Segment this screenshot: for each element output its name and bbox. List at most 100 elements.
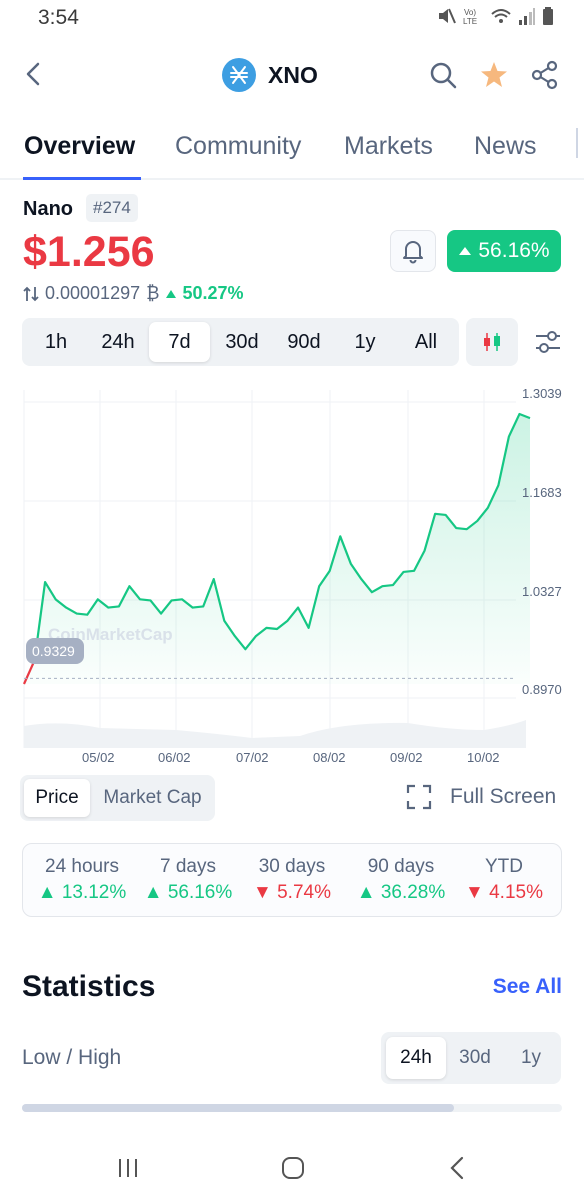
volte-icon: Vo)LTE <box>463 8 477 26</box>
nano-logo-icon <box>222 58 256 92</box>
active-tab-indicator <box>23 177 141 180</box>
start-price-marker-label: 0.9329 <box>32 643 75 659</box>
current-price: $1.256 <box>23 228 155 276</box>
performance-summary: 24 hours ▲ 13.12% 7 days ▲ 56.16% 30 day… <box>22 843 562 917</box>
mode-market-cap[interactable]: Market Cap <box>94 779 211 817</box>
perf-90d: 90 days ▲ 36.28% <box>353 856 449 904</box>
btc-symbol: ₿ <box>146 283 160 303</box>
battery-icon <box>543 7 553 25</box>
statistics-title: Statistics <box>22 970 156 1003</box>
period-30d[interactable]: 30d <box>447 1037 503 1079</box>
star-icon[interactable] <box>479 60 509 90</box>
perf-label: 90 days <box>367 856 435 877</box>
x-tick-label: 10/02 <box>467 750 500 765</box>
candlestick-icon <box>484 333 500 351</box>
top-app-bar: XNO <box>0 50 584 100</box>
x-tick-label: 06/02 <box>158 750 191 765</box>
status-time: 3:54 <box>38 6 79 29</box>
back-arrow-icon[interactable] <box>20 60 48 88</box>
y-tick-label: 1.3039 <box>522 386 562 401</box>
btc-price: 0.00001297 <box>45 283 141 303</box>
share-icon[interactable] <box>530 60 560 90</box>
full-screen-label: Full Screen <box>450 785 557 808</box>
recent-apps-icon[interactable] <box>116 1156 140 1180</box>
perf-label: 24 hours <box>45 856 119 877</box>
btc-change: 50.27% <box>165 283 244 304</box>
caret-up-icon <box>166 290 177 298</box>
tab-community[interactable]: Community <box>175 132 301 161</box>
caret-up-icon: ▲ <box>37 882 62 903</box>
low-high-period-selector: 24h 30d 1y <box>381 1032 561 1084</box>
bell-icon <box>403 241 423 264</box>
tab-news[interactable]: News <box>474 132 537 161</box>
perf-24h: 24 hours ▲ 13.12% <box>37 856 127 904</box>
chart-settings-icon[interactable] <box>532 326 564 358</box>
caret-down-icon: ▼ <box>253 882 278 903</box>
start-price-marker: 0.9329 <box>26 638 84 664</box>
y-tick-label: 1.1683 <box>522 485 562 500</box>
perf-label: 7 days <box>160 856 216 877</box>
mode-price[interactable]: Price <box>24 779 90 817</box>
see-all-link[interactable]: See All <box>493 975 562 999</box>
perf-7d: 7 days ▲ 56.16% <box>143 856 233 904</box>
low-high-range-bar <box>22 1104 562 1112</box>
caret-up-icon: ▲ <box>143 882 168 903</box>
status-icons: Vo) LTE <box>436 6 554 26</box>
full-screen-button[interactable]: Full Screen <box>406 784 556 810</box>
x-tick-label: 09/02 <box>390 750 423 765</box>
btc-price-row: 0.00001297 ₿ 50.27% <box>23 283 244 304</box>
x-tick-label: 05/02 <box>82 750 115 765</box>
range-24h[interactable]: 24h <box>88 322 148 362</box>
range-90d[interactable]: 90d <box>274 322 334 362</box>
price-change-badge: 56.16% <box>447 230 561 272</box>
perf-value: ▲ 36.28% <box>356 882 446 903</box>
range-1h[interactable]: 1h <box>28 322 84 362</box>
perf-ytd: YTD ▼ 4.15% <box>463 856 545 904</box>
system-navigation-bar <box>0 1136 584 1200</box>
svg-text:Vo): Vo) <box>464 8 476 17</box>
detail-tabs: Overview Community Markets News <box>0 122 584 180</box>
caret-up-icon: ▲ <box>356 882 381 903</box>
x-tick-label: 07/02 <box>236 750 269 765</box>
price-change-value: 56.16% <box>478 239 550 262</box>
swap-arrows-icon <box>23 286 39 301</box>
range-all[interactable]: All <box>398 322 454 362</box>
volume-area <box>24 720 526 748</box>
search-icon[interactable] <box>428 60 458 90</box>
range-7d[interactable]: 7d <box>149 322 210 362</box>
perf-30d: 30 days ▼ 5.74% <box>249 856 335 904</box>
price-chart[interactable]: CoinMarketCap 0.9329 1.30391.16831.03270… <box>0 378 584 770</box>
range-30d[interactable]: 30d <box>212 322 272 362</box>
home-icon[interactable] <box>280 1155 306 1181</box>
y-tick-label: 0.8970 <box>522 682 562 697</box>
range-1y[interactable]: 1y <box>336 322 394 362</box>
time-range-selector: 1h 24h 7d 30d 90d 1y All <box>22 318 459 366</box>
perf-label: 30 days <box>258 856 326 877</box>
tab-markets[interactable]: Markets <box>344 132 433 161</box>
caret-up-icon <box>459 247 472 255</box>
expand-icon <box>406 784 432 810</box>
perf-label: YTD <box>485 856 523 877</box>
svg-text:LTE: LTE <box>463 17 477 26</box>
coin-name: Nano <box>23 198 73 220</box>
period-24h[interactable]: 24h <box>386 1037 446 1079</box>
chart-mode-selector: Price Market Cap <box>20 775 215 821</box>
status-bar: 3:54 Vo) LTE <box>0 0 584 36</box>
perf-value: ▲ 56.16% <box>143 882 233 903</box>
price-alert-button[interactable] <box>390 230 436 272</box>
candlestick-toggle[interactable] <box>466 318 518 366</box>
low-high-range-fill <box>22 1104 454 1112</box>
tab-overview[interactable]: Overview <box>24 132 135 161</box>
signal-icon <box>519 8 535 25</box>
back-nav-icon[interactable] <box>446 1155 468 1181</box>
perf-value: ▼ 4.15% <box>465 882 543 903</box>
y-tick-label: 1.0327 <box>522 584 562 599</box>
btc-change-value: 50.27% <box>182 283 244 303</box>
caret-down-icon: ▼ <box>465 882 490 903</box>
period-1y[interactable]: 1y <box>505 1037 557 1079</box>
low-high-label: Low / High <box>22 1046 122 1069</box>
coin-title: XNO <box>222 58 318 92</box>
mute-icon <box>439 8 456 24</box>
x-tick-label: 08/02 <box>313 750 346 765</box>
tab-scroll-hint <box>576 128 584 158</box>
